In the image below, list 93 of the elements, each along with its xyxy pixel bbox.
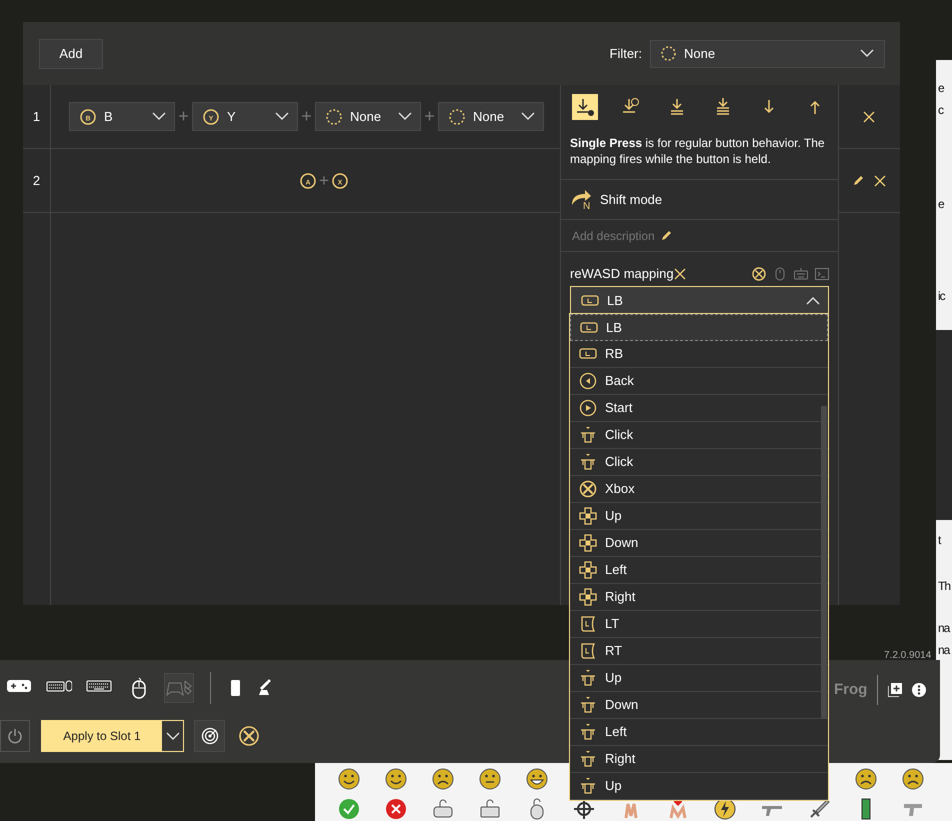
- chevron-down-icon: [275, 112, 289, 121]
- unlocked-keyboard-icon[interactable]: [479, 798, 501, 820]
- filter-label: Filter:: [610, 44, 642, 63]
- add-copy-icon: [888, 683, 902, 697]
- more-options-button[interactable]: [912, 683, 926, 697]
- background-text: t: [938, 534, 940, 546]
- filter-dropdown[interactable]: None: [650, 40, 885, 68]
- row-number: 1: [32, 108, 42, 126]
- scrollbar[interactable]: [821, 406, 827, 719]
- xbox-controller-button[interactable]: [239, 726, 259, 746]
- target-icon: [200, 727, 218, 745]
- pencil-icon[interactable]: [660, 230, 672, 241]
- plus-sign: +: [177, 105, 190, 128]
- press-mode-tab[interactable]: [572, 94, 598, 120]
- apply-button[interactable]: Apply to Slot 1: [42, 721, 162, 751]
- press-down-dot-icon: [574, 96, 596, 118]
- power-icon: [7, 728, 23, 744]
- unlocked-gamepad-icon[interactable]: [432, 798, 454, 820]
- more-options-icon: [912, 683, 926, 697]
- chevron-down-icon: [398, 112, 412, 121]
- thumbstick-icon: [579, 777, 597, 795]
- back-button-icon: [579, 372, 597, 390]
- trigger-icon: [579, 615, 597, 633]
- dropdown-option[interactable]: RB: [570, 341, 828, 368]
- target-button[interactable]: [194, 720, 225, 752]
- dashed-circle-icon: [661, 46, 676, 61]
- chevron-down-icon: [166, 732, 180, 740]
- profile-name: Frog: [834, 680, 868, 700]
- plus-sign: +: [300, 105, 313, 128]
- frowning-face-icon[interactable]: [432, 768, 454, 790]
- button-dropdown[interactable]: None: [438, 102, 544, 131]
- add-copy-button[interactable]: [888, 683, 902, 697]
- dpad-icon: [579, 588, 597, 606]
- row-number: 2: [32, 172, 42, 190]
- chevron-down-icon: [521, 112, 535, 121]
- shift-mode-label: Shift mode: [600, 190, 662, 209]
- dpad-icon: [579, 561, 597, 579]
- dropdown-option[interactable]: Back: [570, 368, 828, 395]
- plus-sign: +: [423, 105, 436, 128]
- neutral-face-icon[interactable]: [479, 768, 501, 790]
- dropdown-option[interactable]: Left: [570, 719, 828, 746]
- keyboard-icon[interactable]: [794, 267, 808, 281]
- background-text: na: [938, 622, 950, 634]
- background-text: ic: [938, 290, 945, 302]
- thumbstick-icon: [579, 426, 597, 444]
- terminal-icon[interactable]: [815, 267, 829, 281]
- smiley-icon[interactable]: [385, 768, 407, 790]
- background-text: na: [938, 644, 950, 656]
- thumbstick-icon: [579, 696, 597, 714]
- check-icon[interactable]: [338, 798, 360, 820]
- add-button[interactable]: Add: [39, 38, 103, 68]
- plus-sign: +: [319, 170, 329, 192]
- xbox-logo-icon: [239, 726, 259, 746]
- thumbstick-icon: [579, 669, 597, 687]
- dropdown-option[interactable]: Up: [570, 773, 828, 800]
- frowning-face-icon[interactable]: [855, 768, 877, 790]
- trigger-icon: [579, 642, 597, 660]
- power-button[interactable]: [0, 720, 30, 752]
- version-label: 7.2.0.9014: [884, 650, 932, 661]
- background-text: e: [938, 198, 944, 210]
- background-text: Th: [938, 580, 950, 592]
- dpad-icon: [579, 534, 597, 552]
- dashed-circle-icon: [326, 108, 342, 124]
- smiley-icon[interactable]: [338, 768, 360, 790]
- dashed-circle-icon: [449, 108, 465, 124]
- background-text: c: [938, 104, 943, 116]
- error-icon[interactable]: [385, 798, 407, 820]
- chevron-down-icon: [860, 49, 874, 58]
- chevron-down-icon: [152, 112, 166, 121]
- mouse-icon[interactable]: [773, 267, 787, 281]
- shift-mode-letter: N: [583, 202, 590, 212]
- button-dropdown[interactable]: None: [315, 102, 421, 131]
- thumbstick-icon: [579, 453, 597, 471]
- close-icon[interactable]: [674, 268, 686, 280]
- mapping-select[interactable]: LB: [570, 286, 829, 315]
- xbox-button-icon: [579, 480, 597, 498]
- frowning-face-icon[interactable]: [902, 768, 924, 790]
- dropdown-option[interactable]: Right: [570, 746, 828, 773]
- close-icon[interactable]: [863, 110, 875, 122]
- thumbstick-icon: [579, 750, 597, 768]
- grinning-face-icon[interactable]: [526, 768, 548, 790]
- crosshair-icon[interactable]: [573, 798, 595, 820]
- sword-icon[interactable]: [808, 798, 830, 820]
- start-button-icon: [579, 399, 597, 417]
- xbox-logo-icon[interactable]: [752, 267, 766, 281]
- dpad-icon: [579, 507, 597, 525]
- background-text: e: [938, 82, 944, 94]
- pencil-icon[interactable]: [852, 175, 864, 186]
- dropdown-option[interactable]: LB: [570, 314, 828, 341]
- mapping-label: reWASD mapping: [570, 265, 674, 284]
- thumbstick-icon: [579, 723, 597, 741]
- mode-description: Single Press is for regular button behavior. The mapping fires while the button is held.: [570, 135, 826, 167]
- close-icon[interactable]: [874, 174, 886, 186]
